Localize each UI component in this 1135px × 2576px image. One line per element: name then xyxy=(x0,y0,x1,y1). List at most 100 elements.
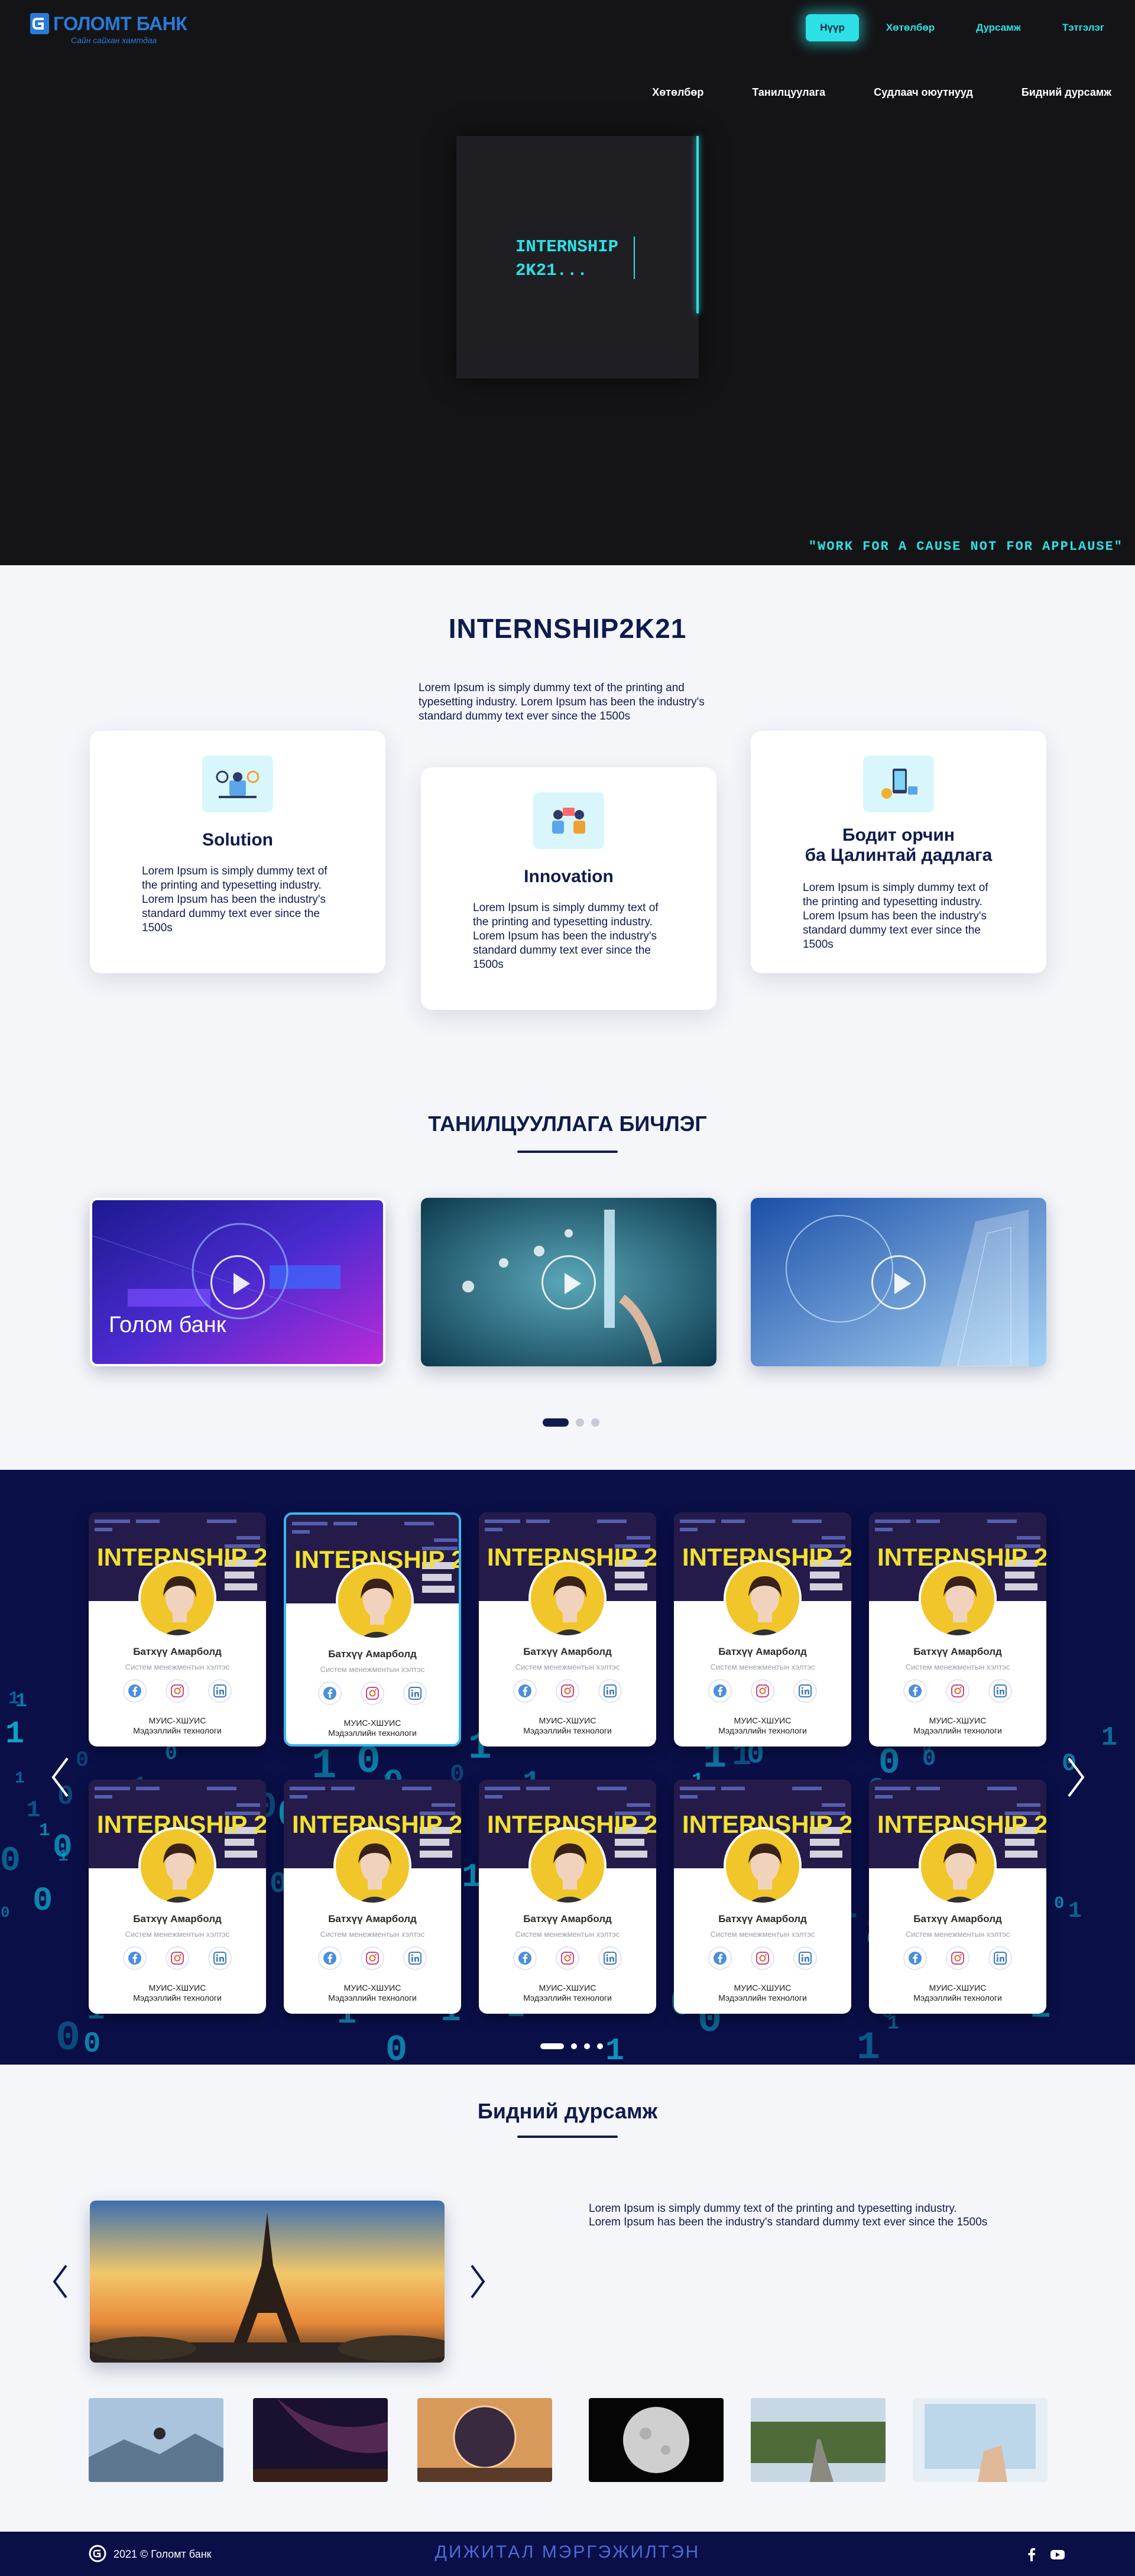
member-major: Мэдээллийн технологи xyxy=(523,1726,612,1735)
feature-card-practice: Бодит орчин ба Цалинтай дадлага Lorem Ip… xyxy=(751,731,1046,973)
instagram-icon[interactable] xyxy=(751,1946,774,1970)
nav-program[interactable]: Хөтөлбөр xyxy=(872,14,949,41)
videos-pagination xyxy=(543,1418,599,1427)
member-major: Мэдээллийн технологи xyxy=(133,1726,222,1735)
linkedin-icon[interactable] xyxy=(208,1679,232,1703)
pagination-dot[interactable] xyxy=(571,2043,577,2049)
facebook-icon[interactable] xyxy=(513,1679,537,1703)
binary-digit: 0 xyxy=(76,1748,89,1773)
facebook-icon[interactable] xyxy=(903,1946,927,1970)
member-university: МУИС-ХШУИС xyxy=(343,1718,401,1728)
instagram-icon[interactable] xyxy=(556,1946,579,1970)
instagram-icon[interactable] xyxy=(556,1679,579,1703)
gallery-thumbnail[interactable] xyxy=(417,2398,552,2482)
linkedin-icon[interactable] xyxy=(403,1946,427,1970)
avatar xyxy=(919,1560,997,1638)
instagram-icon[interactable] xyxy=(166,1946,189,1970)
chevron-left-icon[interactable] xyxy=(48,1754,72,1801)
nav-scholarship[interactable]: Тэтгэлэг xyxy=(1048,14,1118,41)
subnav-program[interactable]: Хөтөлбөр xyxy=(652,86,703,99)
gallery-thumbnail[interactable] xyxy=(89,2398,223,2482)
linkedin-icon[interactable] xyxy=(793,1946,817,1970)
intro-videos-section: ТАНИЛЦУУЛЛАГА БИЧЛЭГ Голом банк xyxy=(0,1070,1135,1470)
member-role: Систем менежментын хэлтэс xyxy=(905,1663,1010,1671)
linkedin-icon[interactable] xyxy=(208,1946,232,1970)
subnav-introduction[interactable]: Танилцуулага xyxy=(752,86,825,99)
video-card[interactable] xyxy=(751,1198,1046,1366)
member-card[interactable]: INTERNSHIP 2K21 Батхүү Амарболд Систем м… xyxy=(479,1780,656,2014)
linkedin-icon[interactable] xyxy=(793,1679,817,1703)
gallery-thumbnail[interactable] xyxy=(751,2398,886,2482)
member-card[interactable]: INTERNSHIP 2K21 Батхүү Амарболд Систем м… xyxy=(674,1512,851,1747)
pagination-dot[interactable] xyxy=(540,2043,564,2049)
member-university: МУИС-ХШУИС xyxy=(929,1983,987,1992)
facebook-icon[interactable] xyxy=(708,1946,732,1970)
linkedin-icon[interactable] xyxy=(988,1679,1012,1703)
member-socials xyxy=(89,1946,266,1970)
member-socials xyxy=(89,1679,266,1703)
chevron-right-icon[interactable] xyxy=(467,2262,488,2301)
video-card[interactable] xyxy=(421,1198,716,1366)
subnav-students[interactable]: Судлаач оюутнууд xyxy=(874,86,973,99)
about-section: INTERNSHIP2K21 Lorem Ipsum is simply dum… xyxy=(0,565,1135,1070)
analytics-icon xyxy=(202,756,273,812)
facebook-icon[interactable] xyxy=(123,1679,147,1703)
instagram-icon[interactable] xyxy=(361,1681,384,1705)
linkedin-icon[interactable] xyxy=(403,1681,427,1705)
play-icon[interactable] xyxy=(210,1255,265,1310)
member-card[interactable]: INTERNSHIP 2K21 Батхүү Амарболд Систем м… xyxy=(674,1780,851,2014)
instagram-icon[interactable] xyxy=(166,1679,189,1703)
facebook-icon[interactable] xyxy=(513,1946,537,1970)
member-university: МУИС-ХШУИС xyxy=(148,1983,206,1992)
facebook-icon[interactable] xyxy=(123,1946,147,1970)
gallery-thumbnail[interactable] xyxy=(913,2398,1048,2482)
youtube-icon[interactable] xyxy=(1050,2547,1065,2562)
linkedin-icon[interactable] xyxy=(598,1679,622,1703)
feature-title: Innovation xyxy=(524,867,614,886)
play-icon[interactable] xyxy=(541,1255,596,1310)
avatar xyxy=(724,1560,802,1638)
subnav-memories[interactable]: Бидний дурсамж xyxy=(1022,86,1111,99)
instagram-icon[interactable] xyxy=(946,1679,969,1703)
video-card[interactable]: Голом банк xyxy=(90,1198,385,1366)
facebook-icon[interactable] xyxy=(708,1679,732,1703)
nav-memories[interactable]: Дурсамж xyxy=(962,14,1035,41)
nav-home[interactable]: Нүүр xyxy=(806,14,859,41)
instagram-icon[interactable] xyxy=(946,1946,969,1970)
member-card[interactable]: INTERNSHIP 2K21 Батхүү Амарболд Систем м… xyxy=(284,1512,461,1747)
eiffel-tower-photo xyxy=(90,2201,445,2363)
gallery-thumbnail[interactable] xyxy=(253,2398,388,2482)
feature-title: Solution xyxy=(202,830,273,850)
pagination-dot[interactable] xyxy=(591,1418,599,1427)
member-card[interactable]: INTERNSHIP 2K21 Батхүү Амарболд Систем м… xyxy=(89,1512,266,1747)
instagram-icon[interactable] xyxy=(751,1679,774,1703)
member-name: Батхүү Амарболд xyxy=(133,1913,222,1924)
gallery-thumbnail[interactable] xyxy=(589,2398,724,2482)
linkedin-icon[interactable] xyxy=(988,1946,1012,1970)
instagram-icon[interactable] xyxy=(361,1946,384,1970)
play-icon[interactable] xyxy=(871,1255,926,1310)
pagination-dot[interactable] xyxy=(597,2043,603,2049)
member-card[interactable]: INTERNSHIP 2K21 Батхүү Амарболд Систем м… xyxy=(89,1780,266,2014)
member-name: Батхүү Амарболд xyxy=(718,1913,807,1924)
linkedin-icon[interactable] xyxy=(598,1946,622,1970)
hero-quote: "WORK FOR A CAUSE NOT FOR APPLAUSE" xyxy=(808,539,1123,554)
member-card[interactable]: INTERNSHIP 2K21 Батхүү Амарболд Систем м… xyxy=(284,1780,461,2014)
pagination-dot[interactable] xyxy=(576,1418,584,1427)
pagination-dot[interactable] xyxy=(543,1418,569,1427)
facebook-icon[interactable] xyxy=(318,1946,342,1970)
pagination-dot[interactable] xyxy=(584,2043,590,2049)
chevron-right-icon[interactable] xyxy=(1064,1754,1088,1801)
memories-section: Бидний дурсамж Lorem Ipsum is simply dum… xyxy=(0,2065,1135,2532)
member-card[interactable]: INTERNSHIP 2K21 Батхүү Амарболд Систем м… xyxy=(479,1512,656,1747)
member-card[interactable]: INTERNSHIP 2K21 Батхүү Амарболд Систем м… xyxy=(869,1512,1046,1747)
facebook-icon[interactable] xyxy=(318,1681,342,1705)
chevron-left-icon[interactable] xyxy=(50,2262,71,2301)
member-major: Мэдээллийн технологи xyxy=(913,1726,1002,1735)
member-card[interactable]: INTERNSHIP 2K21 Батхүү Амарболд Систем м… xyxy=(869,1780,1046,2014)
feature-text: Lorem Ipsum is simply dummy text of the … xyxy=(473,902,659,971)
facebook-icon[interactable] xyxy=(903,1679,927,1703)
feature-text: Lorem Ipsum is simply dummy text of the … xyxy=(142,865,327,934)
brand-logo[interactable]: ГОЛОМТ БАНК Сайн сайхан хамтдаа xyxy=(30,12,189,47)
facebook-icon[interactable] xyxy=(1024,2547,1039,2562)
